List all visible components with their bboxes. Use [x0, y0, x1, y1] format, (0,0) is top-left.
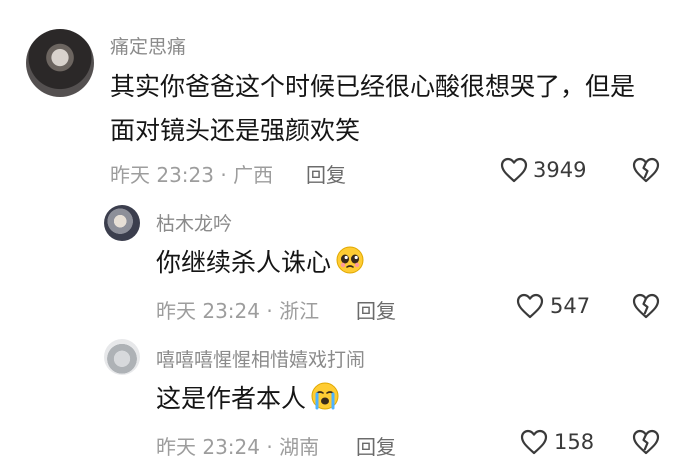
like-icon[interactable]	[520, 429, 548, 459]
like-count: 158	[554, 430, 595, 454]
comment-content-line-1: 其实你爸爸这个时候已经很心酸很想哭了，但是	[110, 72, 636, 101]
like-count: 547	[550, 294, 591, 318]
comment-meta: 昨天 23:23 · 广西	[110, 163, 274, 187]
pleading-face-emoji	[335, 245, 365, 289]
reply-button[interactable]: 回复	[306, 159, 346, 188]
reply-content-text: 这是作者本人	[156, 384, 307, 413]
reply-avatar[interactable]	[104, 339, 140, 375]
reply-content: 这是作者本人	[156, 377, 340, 425]
like-icon[interactable]	[500, 157, 528, 187]
reply-meta: 昨天 23:24 · 浙江	[156, 299, 320, 323]
like-icon[interactable]	[516, 293, 544, 323]
crying-face-emoji	[310, 381, 340, 425]
reply-username[interactable]: 枯木龙吟	[156, 209, 232, 236]
reply-avatar[interactable]	[104, 205, 140, 241]
reply-content: 你继续杀人诛心	[156, 241, 365, 289]
reply-meta: 昨天 23:24 · 湖南	[156, 435, 320, 459]
reply-button[interactable]: 回复	[356, 295, 396, 324]
comment-avatar[interactable]	[26, 29, 94, 97]
dislike-icon[interactable]	[632, 293, 660, 323]
dislike-icon[interactable]	[632, 429, 660, 459]
reply-button[interactable]: 回复	[356, 431, 396, 460]
dislike-icon[interactable]	[632, 157, 660, 187]
reply-username[interactable]: 嘻嘻嘻惺惺相惜嬉戏打闹	[156, 345, 365, 372]
comment-username[interactable]: 痛定思痛	[110, 32, 186, 59]
like-count: 3949	[533, 158, 587, 182]
comment-content-line-2: 面对镜头还是强颜欢笑	[110, 116, 361, 145]
reply-content-text: 你继续杀人诛心	[156, 248, 332, 277]
